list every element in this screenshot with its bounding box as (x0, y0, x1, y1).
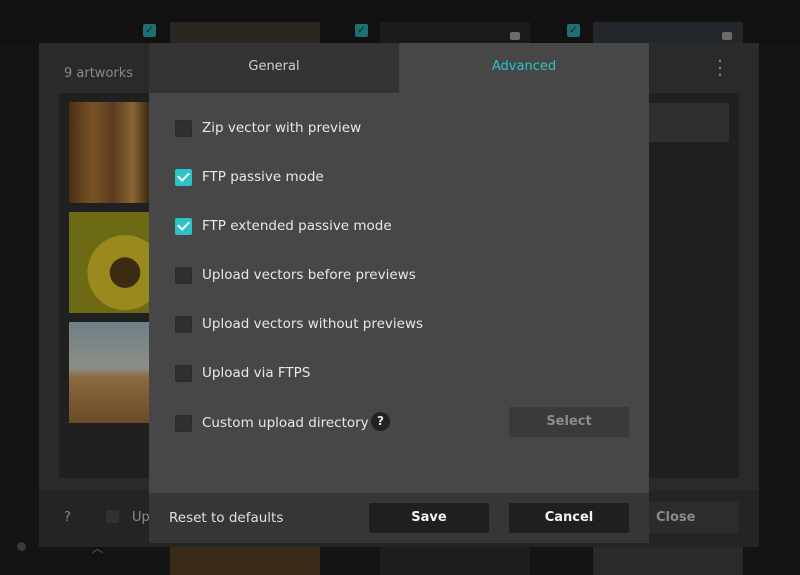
checkbox[interactable] (175, 364, 192, 382)
reset-to-defaults-link[interactable]: Reset to defaults (169, 493, 283, 543)
option-zip-vector-with-preview[interactable]: Zip vector with preview (175, 117, 361, 139)
background-checkbox (106, 510, 119, 523)
option-upload-via-ftps[interactable]: Upload via FTPS (175, 362, 310, 384)
option-ftp-passive-mode[interactable]: FTP passive mode (175, 166, 324, 188)
vertical-ellipsis-icon: · · · (717, 51, 723, 86)
option-upload-vectors-without-previews[interactable]: Upload vectors without previews (175, 313, 423, 335)
option-label: Custom upload directory (202, 415, 369, 431)
background-camera-icon (722, 32, 732, 40)
background-status-dot (17, 542, 26, 551)
checkmark-icon (177, 169, 190, 182)
help-icon[interactable]: ? (371, 412, 390, 431)
checkbox[interactable] (175, 217, 192, 235)
dialog-footer: Reset to defaults Save Cancel (149, 493, 649, 543)
tab-advanced[interactable]: Advanced (399, 43, 649, 93)
option-label: Upload vectors before previews (202, 267, 416, 283)
option-label: Upload via FTPS (202, 365, 311, 381)
background-check-icon: ✓ (567, 24, 580, 37)
checkbox[interactable] (175, 414, 192, 432)
checkbox[interactable] (175, 315, 192, 333)
cancel-button[interactable]: Cancel (509, 503, 629, 533)
upload-settings-dialog: General Advanced Zip vector with preview… (149, 43, 649, 543)
background-camera-icon (510, 32, 520, 40)
option-custom-upload-directory[interactable]: Custom upload directory (175, 412, 369, 434)
select-directory-button[interactable]: Select (509, 407, 629, 437)
option-upload-vectors-before-previews[interactable]: Upload vectors before previews (175, 264, 416, 286)
background-panel-title: 9 artworks (64, 66, 134, 81)
checkbox[interactable] (175, 266, 192, 284)
background-upload-label: Up (132, 510, 150, 525)
background-caret-up-icon: ︿ (92, 542, 103, 555)
option-ftp-extended-passive-mode[interactable]: FTP extended passive mode (175, 215, 392, 237)
artwork-thumbnail-hill (69, 322, 149, 423)
artwork-thumbnail-flower (69, 212, 149, 313)
dialog-tabs: General Advanced (149, 43, 649, 93)
checkbox[interactable] (175, 168, 192, 186)
tab-general[interactable]: General (149, 43, 399, 93)
background-thumbnail (380, 22, 530, 43)
background-thumbnail (170, 547, 320, 575)
artwork-thumbnail-forest (69, 102, 149, 203)
background-thumbnail (170, 22, 320, 43)
background-list-row (649, 103, 729, 142)
background-thumbnail (380, 547, 530, 575)
background-check-icon: ✓ (355, 24, 368, 37)
background-check-icon: ✓ (143, 24, 156, 37)
option-label: Upload vectors without previews (202, 316, 424, 332)
background-thumbnail (593, 22, 743, 43)
background-help-text: ? (64, 510, 71, 525)
checkbox[interactable] (175, 119, 192, 137)
option-label: FTP extended passive mode (202, 218, 392, 234)
checkmark-icon (177, 218, 190, 231)
background-thumbnail (593, 547, 743, 575)
option-label: FTP passive mode (202, 169, 324, 185)
background-close-button: Close (649, 502, 739, 533)
save-button[interactable]: Save (369, 503, 489, 533)
option-label: Zip vector with preview (202, 120, 362, 136)
